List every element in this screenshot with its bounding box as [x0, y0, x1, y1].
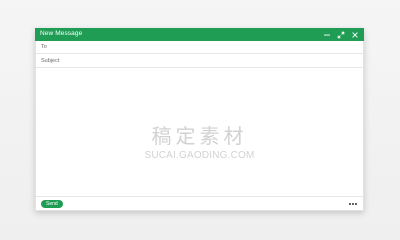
- compose-footer: Send: [36, 196, 363, 210]
- to-field[interactable]: To: [36, 41, 363, 54]
- close-icon[interactable]: [351, 31, 359, 39]
- send-button[interactable]: Send: [41, 199, 63, 208]
- watermark-en: SUCAI.GAODING.COM: [144, 150, 255, 161]
- watermark-cn: 稿定素材: [151, 126, 248, 148]
- compose-window: New Message To Subject 稿定素材 SUCAI.GAODIN…: [35, 28, 364, 211]
- compose-titlebar: New Message: [35, 28, 364, 41]
- compose-title: New Message: [40, 30, 83, 38]
- expand-icon[interactable]: [337, 31, 345, 39]
- window-controls: [323, 31, 359, 39]
- subject-label: Subject: [41, 58, 60, 64]
- message-body[interactable]: 稿定素材 SUCAI.GAODING.COM: [36, 68, 363, 198]
- watermark: 稿定素材 SUCAI.GAODING.COM: [36, 127, 363, 161]
- minimize-icon[interactable]: [323, 31, 331, 39]
- subject-field[interactable]: Subject: [36, 55, 363, 68]
- more-horizontal-icon[interactable]: [348, 201, 358, 207]
- to-label: To: [41, 44, 47, 50]
